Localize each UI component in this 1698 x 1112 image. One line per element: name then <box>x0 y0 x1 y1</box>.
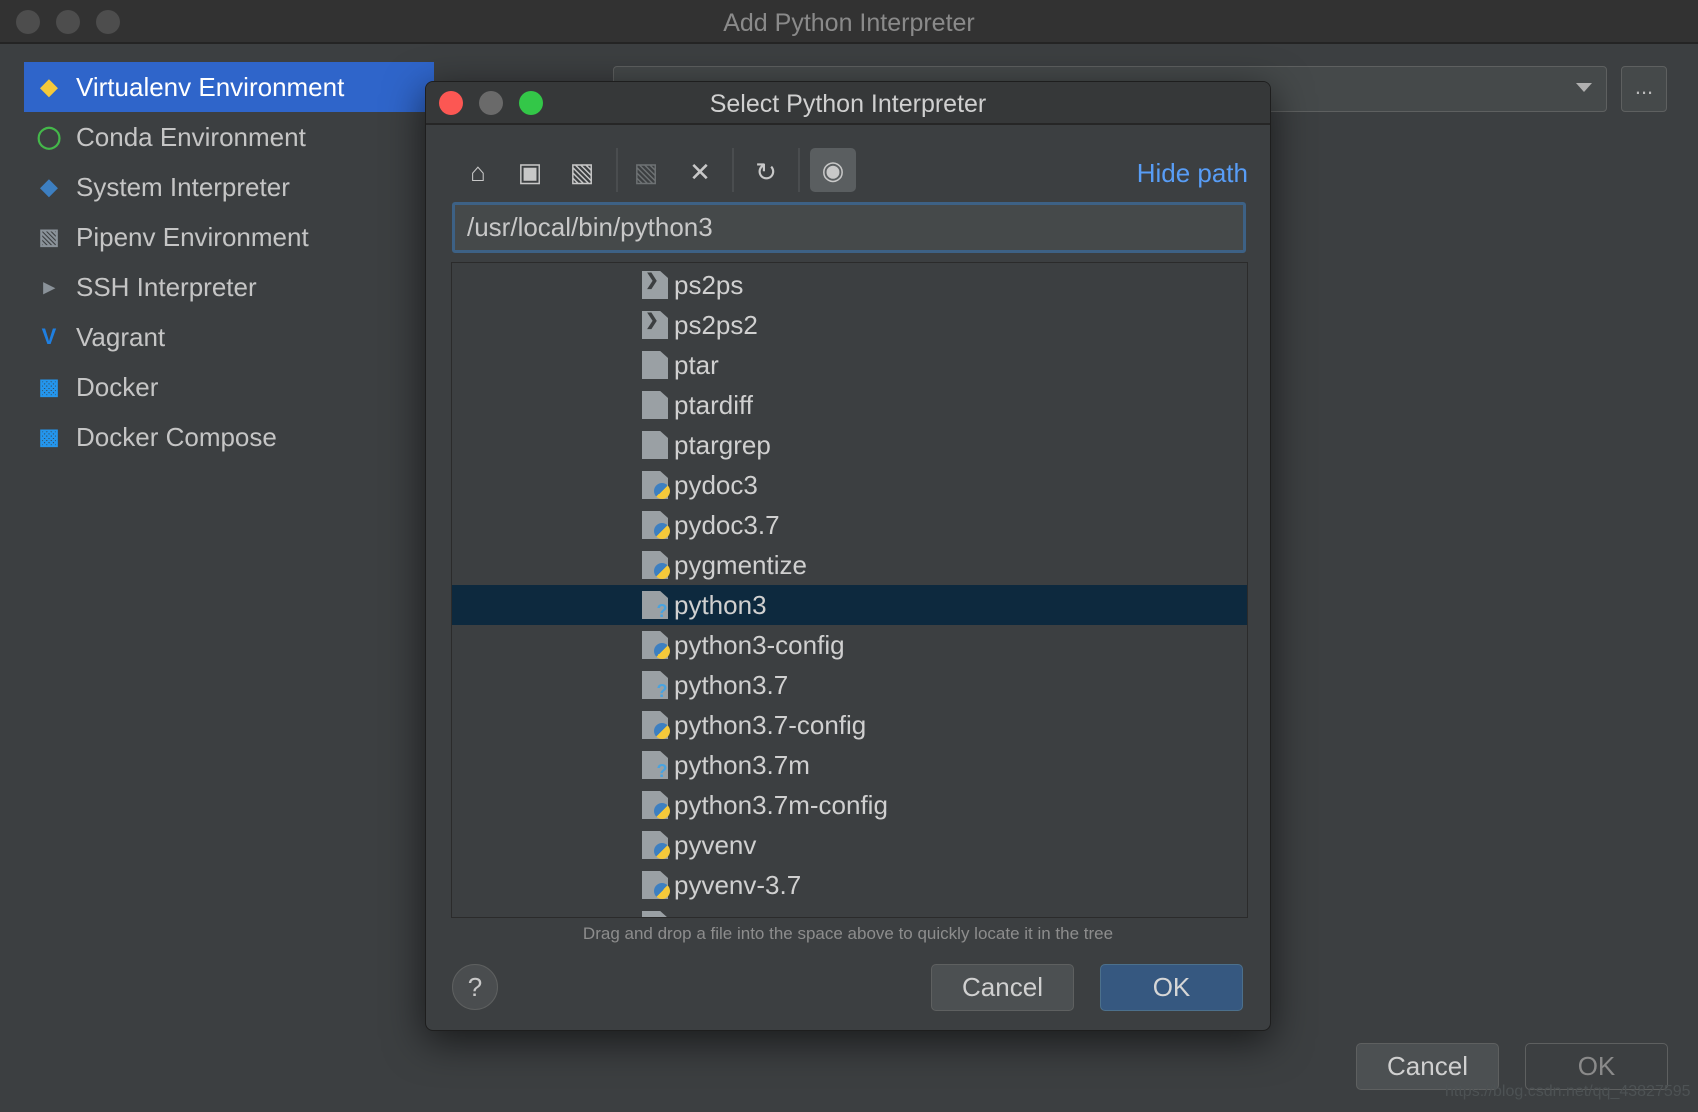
window-title: Add Python Interpreter <box>723 9 975 37</box>
file-icon <box>642 911 668 917</box>
sidebar-item[interactable]: ◆ System Interpreter <box>24 162 434 212</box>
drag-drop-hint: Drag and drop a file into the space abov… <box>582 924 1114 943</box>
sidebar-item[interactable]: ▸ SSH Interpreter <box>24 262 434 312</box>
window-titlebar: Add Python Interpreter <box>0 0 1698 44</box>
text-file-icon <box>642 351 668 379</box>
home-icon[interactable]: ⌂ <box>458 152 498 192</box>
file-name: ptargrep <box>674 430 771 460</box>
sidebar-item[interactable]: ◆ Virtualenv Environment <box>24 62 434 112</box>
unknown-file-badge-icon: ? <box>656 761 668 781</box>
project-folder-icon[interactable]: ▧ <box>562 152 602 192</box>
ssh-terminal-icon: ▸ <box>43 274 55 299</box>
file-row[interactable]: ptardiff <box>452 385 1247 425</box>
file-name: python3 <box>674 590 767 620</box>
docker-icon: ▩ <box>38 374 60 399</box>
conda-icon: ◯ <box>36 124 62 149</box>
toolbar-separator <box>732 148 734 192</box>
file-row[interactable]: ❯ ps2ps2 <box>452 305 1247 345</box>
python-icon: ◆ <box>40 174 58 199</box>
file-row[interactable]: pyvenv <box>452 825 1247 865</box>
sidebar-item-label: System Interpreter <box>76 171 290 202</box>
python-badge-icon <box>654 523 670 539</box>
file-tree[interactable]: ❯ ps2ps ❯ ps2ps2 ptar ptardiff ptargrep pydoc3 p… <box>451 262 1248 918</box>
file-name: ptardiff <box>674 390 754 420</box>
delete-icon[interactable]: ✕ <box>680 152 720 192</box>
dialog-titlebar: Select Python Interpreter <box>426 82 1270 125</box>
file-row[interactable]: ❯ ps2ps <box>452 265 1247 305</box>
file-name: ps2ps2 <box>674 310 758 340</box>
python-badge-icon <box>654 883 670 899</box>
file-name: python3.7 <box>674 670 789 700</box>
dialog-ok-button[interactable]: OK <box>1100 964 1243 1011</box>
file-row[interactable]: python3.7m-config <box>452 785 1247 825</box>
sidebar-item[interactable]: ▩ Docker Compose <box>24 412 434 462</box>
sidebar-item[interactable]: V Vagrant <box>24 312 434 362</box>
file-row[interactable]: pydoc3.7 <box>452 505 1247 545</box>
file-row[interactable]: pyvenv-3.7 <box>452 865 1247 905</box>
hide-path-link[interactable]: Hide path <box>1137 158 1248 189</box>
file-name: python3.7m-config <box>674 790 888 820</box>
file-name: ptar <box>674 350 719 380</box>
help-button[interactable]: ? <box>452 964 498 1010</box>
sidebar-item[interactable]: ▩ Docker <box>24 362 434 412</box>
sidebar-item-label: Pipenv Environment <box>76 221 309 252</box>
sidebar-item-label: Conda Environment <box>76 121 306 152</box>
file-name: pydoc3 <box>674 470 758 500</box>
dialog-cancel-button[interactable]: Cancel <box>931 964 1074 1011</box>
pipenv-icon: ▧ <box>38 224 60 249</box>
file-row[interactable]: ? python3.7 <box>452 665 1247 705</box>
docker-compose-icon: ▩ <box>38 424 60 449</box>
desktop-icon[interactable]: ▣ <box>510 152 550 192</box>
toolbar-separator <box>798 148 800 192</box>
python-badge-icon <box>654 563 670 579</box>
show-hidden-icon[interactable]: ◉ <box>810 148 856 192</box>
file-name: ps2ps <box>674 270 744 300</box>
path-input[interactable] <box>452 202 1246 253</box>
script-badge-icon: ❯ <box>645 272 659 289</box>
file-row[interactable]: ? python3.7m <box>452 745 1247 785</box>
text-file-icon <box>642 391 668 419</box>
unknown-file-badge-icon: ? <box>656 601 668 621</box>
sidebar-item-label: SSH Interpreter <box>76 271 257 302</box>
browse-button[interactable]: ... <box>1621 66 1667 112</box>
file-name: python3.7m <box>674 750 810 780</box>
python-badge-icon <box>654 483 670 499</box>
file-name: python3.7-config <box>674 710 867 740</box>
watermark: https://blog.csdn.net/qq_43827595 <box>1445 1083 1691 1100</box>
python-badge-icon <box>654 843 670 859</box>
vagrant-icon: V <box>41 324 57 349</box>
file-row-partial[interactable] <box>452 905 1247 917</box>
python-badge-icon <box>654 723 670 739</box>
new-folder-icon[interactable]: ▧ <box>626 152 666 192</box>
file-name: pyvenv-3.7 <box>674 870 802 900</box>
select-interpreter-dialog: Select Python Interpreter ⌂ ▣ ▧ ▧ ✕ ↻ ◉ … <box>425 81 1271 1031</box>
python-badge-icon <box>654 643 670 659</box>
sidebar-item-label: Virtualenv Environment <box>76 71 345 102</box>
toolbar-separator <box>616 148 618 192</box>
file-name: python3-config <box>674 630 845 660</box>
chevron-down-icon <box>1576 83 1592 92</box>
file-name: pyvenv <box>674 830 757 860</box>
file-row[interactable]: ? python3 <box>452 585 1247 625</box>
file-name: pydoc3.7 <box>674 510 780 540</box>
file-row[interactable]: ptargrep <box>452 425 1247 465</box>
sidebar-item-label: Vagrant <box>76 321 166 352</box>
file-row[interactable]: pydoc3 <box>452 465 1247 505</box>
file-row[interactable]: python3.7-config <box>452 705 1247 745</box>
sidebar-item[interactable]: ▧ Pipenv Environment <box>24 212 434 262</box>
file-name: pygmentize <box>674 550 807 580</box>
python-virtualenv-icon: ◆ <box>40 74 58 99</box>
sidebar-item-label: Docker Compose <box>76 421 277 452</box>
sidebar-item[interactable]: ◯ Conda Environment <box>24 112 434 162</box>
file-row[interactable]: ptar <box>452 345 1247 385</box>
refresh-icon[interactable]: ↻ <box>746 152 786 192</box>
text-file-icon <box>642 431 668 459</box>
unknown-file-badge-icon: ? <box>656 681 668 701</box>
file-row[interactable]: python3-config <box>452 625 1247 665</box>
script-badge-icon: ❯ <box>645 312 659 329</box>
python-badge-icon <box>654 803 670 819</box>
dialog-title: Select Python Interpreter <box>709 90 987 118</box>
file-row[interactable]: pygmentize <box>452 545 1247 585</box>
sidebar-item-label: Docker <box>76 371 159 402</box>
